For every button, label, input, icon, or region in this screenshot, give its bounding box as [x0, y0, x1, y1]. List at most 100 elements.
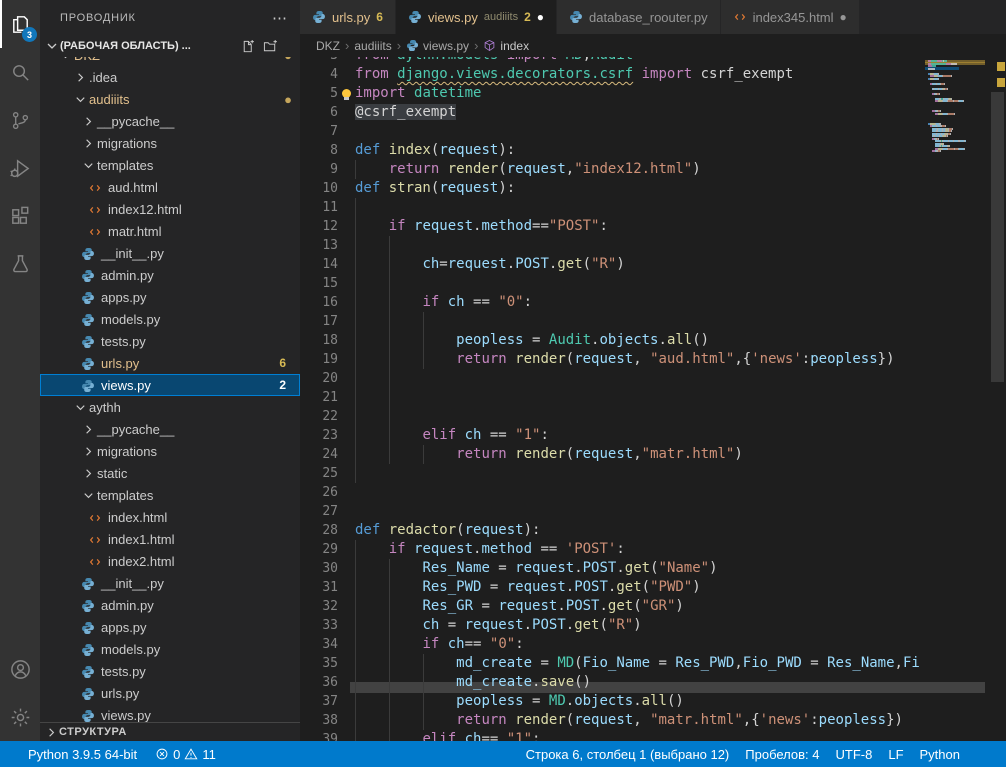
tab-views.py[interactable]: views.pyaudiiits2●: [396, 0, 557, 34]
line-number[interactable]: 36: [300, 673, 338, 692]
line-number[interactable]: 19: [300, 350, 338, 369]
line-number[interactable]: 30: [300, 559, 338, 578]
line-number[interactable]: 18: [300, 331, 338, 350]
run-debug-icon[interactable]: [0, 144, 40, 192]
line-number[interactable]: 7: [300, 122, 338, 141]
code-line-21[interactable]: 21: [300, 388, 925, 407]
tree-item-tests.py[interactable]: tests.py: [40, 660, 300, 682]
code-line-24[interactable]: 24 return render(request,"matr.html"): [300, 445, 925, 464]
new-folder-icon[interactable]: [263, 39, 278, 54]
tree-item-index1.html[interactable]: index1.html: [40, 528, 300, 550]
tree-item-aud.html[interactable]: aud.html: [40, 176, 300, 198]
code-line-13[interactable]: 13: [300, 236, 925, 255]
search-icon[interactable]: [0, 48, 40, 96]
tree-item-admin.py[interactable]: admin.py: [40, 264, 300, 286]
breadcrumb-item-audiiits[interactable]: audiiits: [354, 39, 391, 53]
line-number[interactable]: 26: [300, 483, 338, 502]
line-number[interactable]: 29: [300, 540, 338, 559]
encoding[interactable]: UTF-8: [836, 747, 873, 762]
tree-item-matr.html[interactable]: matr.html: [40, 220, 300, 242]
code-line-14[interactable]: 14 ch=request.POST.get("R"): [300, 255, 925, 274]
tree-item-index.html[interactable]: index.html: [40, 506, 300, 528]
tree-item-index12.html[interactable]: index12.html: [40, 198, 300, 220]
python-interpreter-status[interactable]: Python 3.9.5 64-bit: [28, 747, 137, 762]
code-line-35[interactable]: 35 md_create = MD(Fio_Name = Res_PWD,Fio…: [300, 654, 925, 673]
vertical-scrollbar[interactable]: [991, 92, 1004, 382]
code-line-26[interactable]: 26: [300, 483, 925, 502]
tree-item-apps.py[interactable]: apps.py: [40, 616, 300, 638]
tree-item-admin.py[interactable]: admin.py: [40, 594, 300, 616]
cursor-position[interactable]: Строка 6, столбец 1 (выбрано 12): [526, 747, 730, 762]
line-number[interactable]: 27: [300, 502, 338, 521]
tree-item-templates[interactable]: templates: [40, 484, 300, 506]
line-number[interactable]: 21: [300, 388, 338, 407]
code-line-25[interactable]: 25: [300, 464, 925, 483]
tree-item-migrations[interactable]: migrations: [40, 440, 300, 462]
problems-status[interactable]: 0 11: [155, 747, 216, 762]
source-control-icon[interactable]: [0, 96, 40, 144]
tab-database_roouter.py[interactable]: database_roouter.py: [557, 0, 721, 34]
tree-item-views.py[interactable]: views.py2: [40, 374, 300, 396]
tree-item-static[interactable]: static: [40, 462, 300, 484]
line-number[interactable]: 25: [300, 464, 338, 483]
lightbulb-icon[interactable]: [342, 89, 351, 98]
line-number[interactable]: 10: [300, 179, 338, 198]
tree-item-__pycache__[interactable]: __pycache__: [40, 110, 300, 132]
unsaved-dot-icon[interactable]: ●: [537, 10, 544, 24]
tree-item-urls.py[interactable]: urls.py6: [40, 352, 300, 374]
accounts-icon[interactable]: [0, 645, 40, 693]
line-number[interactable]: 35: [300, 654, 338, 673]
tree-item-urls.py[interactable]: urls.py: [40, 682, 300, 704]
line-number[interactable]: 34: [300, 635, 338, 654]
tree-item-.idea[interactable]: .idea: [40, 66, 300, 88]
language-mode[interactable]: Python: [920, 747, 960, 762]
tree-item-audiiits[interactable]: audiiits●: [40, 88, 300, 110]
line-number[interactable]: 14: [300, 255, 338, 274]
line-number[interactable]: 23: [300, 426, 338, 445]
settings-gear-icon[interactable]: [0, 693, 40, 741]
tree-item-index2.html[interactable]: index2.html: [40, 550, 300, 572]
line-number[interactable]: 9: [300, 160, 338, 179]
line-number[interactable]: 8: [300, 141, 338, 160]
tree-item-DKZ[interactable]: DKZ●: [40, 57, 300, 66]
line-number[interactable]: 12: [300, 217, 338, 236]
code-line-7[interactable]: 7: [300, 122, 925, 141]
code-line-38[interactable]: 38 return render(request, "matr.html",{'…: [300, 711, 925, 730]
workspace-section-header[interactable]: (РАБОЧАЯ ОБЛАСТЬ) ...: [40, 35, 300, 57]
indentation[interactable]: Пробелов: 4: [745, 747, 819, 762]
line-number[interactable]: 20: [300, 369, 338, 388]
tree-item-__init__.py[interactable]: __init__.py: [40, 572, 300, 594]
breadcrumb-item-index[interactable]: index: [483, 39, 529, 53]
code-line-33[interactable]: 33 ch = request.POST.get("R"): [300, 616, 925, 635]
line-number[interactable]: 31: [300, 578, 338, 597]
code-line-10[interactable]: 10def stran(request):: [300, 179, 925, 198]
line-number[interactable]: 32: [300, 597, 338, 616]
line-number[interactable]: 22: [300, 407, 338, 426]
code-line-22[interactable]: 22: [300, 407, 925, 426]
line-number[interactable]: 5: [300, 84, 338, 103]
tree-item-migrations[interactable]: migrations: [40, 132, 300, 154]
line-number[interactable]: 13: [300, 236, 338, 255]
minimap[interactable]: [925, 0, 985, 741]
testing-beaker-icon[interactable]: [0, 240, 40, 288]
explorer-icon[interactable]: 3: [0, 0, 40, 48]
code-line-9[interactable]: 9 return render(request,"index12.html"): [300, 160, 925, 179]
code-line-37[interactable]: 37 peopless = MD.objects.all(): [300, 692, 925, 711]
line-number[interactable]: 24: [300, 445, 338, 464]
tree-item-templates[interactable]: templates: [40, 154, 300, 176]
line-number[interactable]: 4: [300, 65, 338, 84]
views-and-more-actions-icon[interactable]: ⋯: [272, 9, 288, 27]
code-line-36[interactable]: 36 md_create.save(): [300, 673, 925, 692]
code-line-16[interactable]: 16 if ch == "0":: [300, 293, 925, 312]
code-line-32[interactable]: 32 Res_GR = request.POST.get("GR"): [300, 597, 925, 616]
tree-item-models.py[interactable]: models.py: [40, 638, 300, 660]
code-line-29[interactable]: 29 if request.method == 'POST':: [300, 540, 925, 559]
line-number[interactable]: 28: [300, 521, 338, 540]
code-line-5[interactable]: 5import datetime: [300, 84, 925, 103]
code-line-19[interactable]: 19 return render(request, "aud.html",{'n…: [300, 350, 925, 369]
code-line-23[interactable]: 23 elif ch == "1":: [300, 426, 925, 445]
code-line-27[interactable]: 27: [300, 502, 925, 521]
line-number[interactable]: 11: [300, 198, 338, 217]
code-line-15[interactable]: 15: [300, 274, 925, 293]
code-line-4[interactable]: 4from django.views.decorators.csrf impor…: [300, 65, 925, 84]
